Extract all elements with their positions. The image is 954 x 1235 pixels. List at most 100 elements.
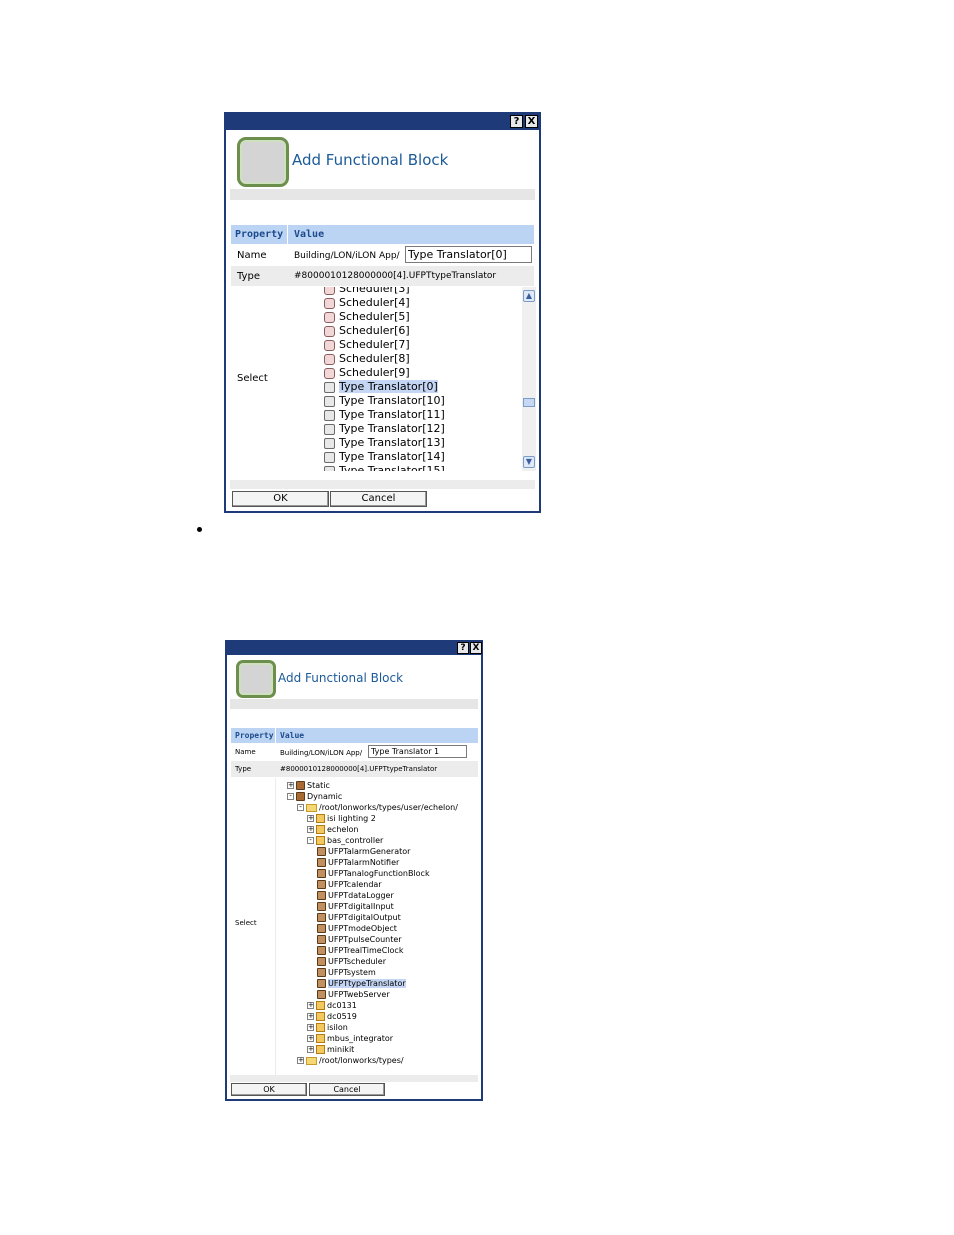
type-translator-icon	[324, 423, 335, 435]
tree-node[interactable]: + /root/lonworks/types/	[297, 1055, 404, 1066]
list-item[interactable]: Type Translator[12]	[324, 422, 445, 436]
expand-icon[interactable]: +	[307, 1024, 314, 1031]
tree-node[interactable]: UFPTdigitalOutput	[317, 912, 401, 923]
tree-node[interactable]: + echelon	[307, 824, 359, 835]
tree-node[interactable]: UFPTcalendar	[317, 879, 382, 890]
scheduler-icon	[324, 325, 335, 337]
list-item[interactable]: Scheduler[6]	[324, 324, 410, 338]
scroll-up-icon[interactable]: ▲	[523, 290, 535, 302]
property-column-header: Property	[235, 229, 284, 240]
cube-icon	[317, 957, 326, 966]
dialog-title: Add Functional Block	[278, 671, 404, 685]
cancel-button[interactable]: Cancel	[330, 491, 427, 507]
scroll-thumb[interactable]	[523, 398, 535, 407]
package-icon	[316, 1023, 325, 1032]
name-row: Name Building/LON/iLON App/ Type Transla…	[231, 245, 534, 265]
cube-icon	[317, 858, 326, 867]
add-functional-block-dialog-2: ? X Add Functional Block Property Value …	[225, 640, 483, 1101]
tree-node[interactable]: UFPTwebServer	[317, 989, 390, 1000]
expand-icon[interactable]: +	[307, 1046, 314, 1053]
functional-block-list[interactable]: Scheduler[3] Scheduler[4] Scheduler[5] Sche…	[321, 287, 521, 471]
dialog-footer	[230, 480, 535, 489]
select-row: Select + Static - Dynamic -/root/lonworks/ty…	[231, 778, 478, 1075]
cube-icon	[317, 946, 326, 955]
tree-node[interactable]: + isi lighting 2	[307, 813, 376, 824]
tree-node[interactable]: + dc0131	[307, 1000, 357, 1011]
type-translator-icon	[324, 395, 335, 407]
collapse-icon[interactable]: -	[287, 793, 294, 800]
list-item[interactable]: Type Translator[11]	[324, 408, 445, 422]
name-prefix: Building/LON/iLON App/	[280, 749, 363, 757]
list-item[interactable]: Type Translator[13]	[324, 436, 445, 450]
close-icon[interactable]: X	[470, 642, 482, 654]
expand-icon[interactable]: +	[307, 815, 314, 822]
help-icon[interactable]: ?	[457, 642, 469, 654]
tree-node[interactable]: + Static	[287, 780, 330, 791]
expand-icon[interactable]: +	[307, 1035, 314, 1042]
functional-block-logo	[237, 137, 289, 187]
list-item-label: Scheduler[8]	[339, 352, 410, 365]
scroll-down-icon[interactable]: ▼	[523, 456, 535, 468]
tree-node[interactable]: UFPTdigitalInput	[317, 901, 394, 912]
list-item[interactable]: Type Translator[0]	[324, 380, 438, 394]
list-item[interactable]: Scheduler[5]	[324, 310, 410, 324]
tree-node[interactable]: UFPTrealTimeClock	[317, 945, 403, 956]
expand-icon[interactable]: +	[297, 1057, 304, 1064]
list-bullet	[197, 527, 202, 532]
list-item[interactable]: Scheduler[4]	[324, 296, 410, 310]
package-icon	[316, 836, 325, 845]
tree-node[interactable]: UFPTsystem	[317, 967, 376, 978]
ok-button[interactable]: OK	[232, 491, 329, 507]
type-tree[interactable]: + Static - Dynamic -/root/lonworks/types/use…	[280, 778, 480, 1075]
list-item[interactable]: Scheduler[7]	[324, 338, 410, 352]
tree-node-label: UFPTdigitalOutput	[328, 913, 401, 922]
value-column-header: Value	[294, 229, 325, 240]
tree-node-label: UFPTrealTimeClock	[328, 946, 404, 955]
tree-node[interactable]: UFPTmodeObject	[317, 923, 397, 934]
tree-node[interactable]: UFPTdataLogger	[317, 890, 394, 901]
list-item[interactable]: Scheduler[8]	[324, 352, 410, 366]
collapse-icon[interactable]: -	[307, 837, 314, 844]
package-icon	[316, 825, 325, 834]
list-item-label: Type Translator[12]	[339, 422, 445, 435]
expand-icon[interactable]: +	[307, 1002, 314, 1009]
tree-node[interactable]: - bas_controller	[307, 835, 383, 846]
tree-node-label: UFPTtypeTranslator	[328, 979, 406, 988]
tree-node[interactable]: UFPTscheduler	[317, 956, 386, 967]
list-item[interactable]: Scheduler[3]	[324, 287, 410, 296]
tree-node[interactable]: + minikit	[307, 1044, 354, 1055]
type-value: #8000010128000000[4].UFPTtypeTranslator	[294, 271, 497, 281]
property-table-header: Property Value	[231, 728, 478, 743]
tree-node-label: minikit	[327, 1045, 355, 1054]
expand-icon[interactable]: +	[307, 826, 314, 833]
tree-node[interactable]: - /root/lonworks/types/user/echelon/	[297, 802, 458, 813]
tree-node[interactable]: + dc0519	[307, 1011, 357, 1022]
list-item[interactable]: Type Translator[10]	[324, 394, 445, 408]
tree-node[interactable]: UFPTanalogFunctionBlock	[317, 868, 430, 879]
tree-node[interactable]: UFPTpulseCounter	[317, 934, 402, 945]
list-item[interactable]: Scheduler[9]	[324, 366, 410, 380]
collapse-icon[interactable]: -	[297, 804, 304, 811]
list-item[interactable]: Type Translator[14]	[324, 450, 445, 464]
tree-node[interactable]: UFPTalarmNotifier	[317, 857, 399, 868]
list-item-label: Scheduler[5]	[339, 310, 410, 323]
name-input[interactable]: Type Translator[0]	[405, 246, 532, 263]
name-input[interactable]: Type Translator 1	[368, 745, 467, 758]
help-icon[interactable]: ?	[510, 115, 523, 128]
tree-node[interactable]: + isilon	[307, 1022, 348, 1033]
cancel-button[interactable]: Cancel	[309, 1083, 385, 1096]
cube-icon	[317, 869, 326, 878]
tree-node[interactable]: UFPTtypeTranslator	[317, 978, 406, 989]
expand-icon[interactable]: +	[287, 782, 294, 789]
tree-node[interactable]: + mbus_integrator	[307, 1033, 393, 1044]
select-label: Select	[237, 373, 268, 384]
cube-icon	[317, 880, 326, 889]
list-item[interactable]: Type Translator[15]	[324, 464, 445, 471]
tree-node-label: UFPTanalogFunctionBlock	[328, 869, 430, 878]
expand-icon[interactable]: +	[307, 1013, 314, 1020]
ok-button[interactable]: OK	[231, 1083, 307, 1096]
close-icon[interactable]: X	[525, 115, 538, 128]
list-scrollbar[interactable]: ▲ ▼	[522, 287, 536, 471]
tree-node[interactable]: UFPTalarmGenerator	[317, 846, 410, 857]
tree-node[interactable]: - Dynamic	[287, 791, 342, 802]
